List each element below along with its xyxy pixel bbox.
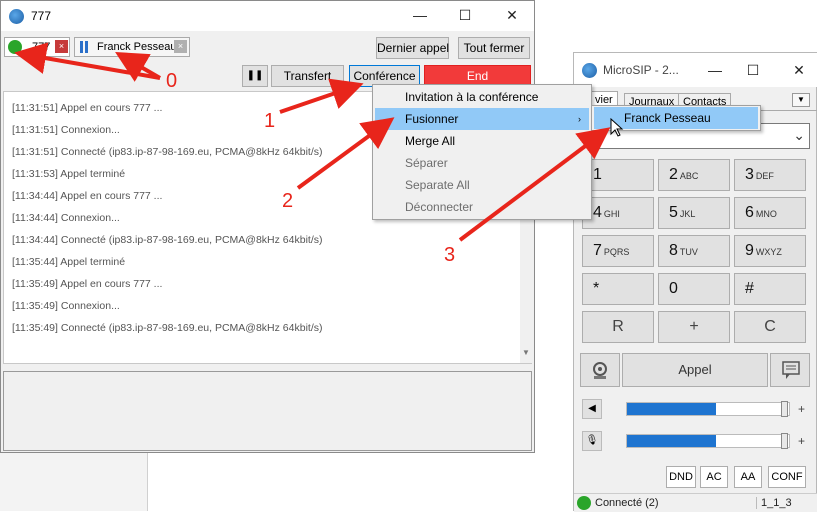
hold-button[interactable]: ❚❚: [242, 65, 268, 87]
call-window: 777 — ☐ ✕ 777 × Franck Pesseau × Dernier…: [0, 0, 535, 453]
close-tab-icon[interactable]: ×: [174, 40, 187, 53]
microsip-app-icon: [582, 63, 597, 78]
version-label: 1_1_3: [756, 497, 792, 509]
log-line: [11:35:49] Connecté (ip83.ip-87-98-169.e…: [12, 322, 323, 334]
speaker-volume-fill: [627, 403, 716, 415]
menu-item-merge[interactable]: Fusionner ›: [375, 108, 589, 130]
call-tab-label: 777: [32, 41, 51, 53]
annotation-label-1: 1: [264, 110, 276, 132]
conf-button[interactable]: CONF: [768, 466, 806, 488]
status-text: Connecté (2): [595, 497, 659, 509]
scroll-down-icon[interactable]: ▼: [522, 348, 530, 357]
annotation-label-0: 0: [166, 70, 178, 92]
log-line: [11:31:51] Connexion...: [12, 124, 120, 136]
microphone-plus-icon: +: [798, 434, 806, 448]
speaker-volume-thumb[interactable]: [781, 401, 788, 417]
annotation-label-2: 2: [282, 190, 294, 212]
phone-active-icon: [8, 40, 22, 54]
microphone-volume-fill: [627, 435, 716, 447]
speaker-plus-icon: +: [798, 402, 806, 416]
key-8[interactable]: 8 TUV: [658, 235, 730, 267]
maximize-icon[interactable]: ☐: [450, 4, 480, 26]
menu-item-disconnect: Déconnecter: [405, 200, 474, 214]
call-tab-label: Franck Pesseau: [97, 41, 177, 53]
close-icon[interactable]: ✕: [784, 59, 814, 81]
microphone-icon[interactable]: 🎙: [582, 431, 602, 451]
close-all-button[interactable]: Tout fermer: [458, 37, 530, 59]
webcam-icon: [593, 362, 607, 379]
maximize-icon[interactable]: ☐: [738, 59, 768, 81]
transfer-button[interactable]: Transfert: [271, 65, 344, 87]
menu-item-separate: Séparer: [405, 156, 448, 170]
key-4[interactable]: 4 GHI: [582, 197, 654, 229]
key-2[interactable]: 2 ABC: [658, 159, 730, 191]
log-line: [11:34:44] Appel en cours 777 ...: [12, 190, 163, 202]
key-9[interactable]: 9 WXYZ: [734, 235, 806, 267]
microphone-volume-slider[interactable]: [626, 433, 790, 449]
microphone-volume-thumb[interactable]: [781, 433, 788, 449]
video-call-button[interactable]: [580, 353, 620, 387]
pause-icon: [80, 41, 88, 53]
log-line: [11:35:49] Connexion...: [12, 300, 120, 312]
speaker-icon[interactable]: ◀: [582, 399, 602, 419]
call-tab-franck-pesseau[interactable]: Franck Pesseau ×: [74, 37, 190, 57]
message-button[interactable]: [770, 353, 810, 387]
plus-button[interactable]: +: [658, 311, 730, 343]
log-line: [11:35:44] Appel terminé: [12, 256, 126, 268]
key-1[interactable]: 1: [582, 159, 654, 191]
redial-button[interactable]: R: [582, 311, 654, 343]
minimize-icon[interactable]: —: [700, 59, 730, 81]
log-line: [11:34:44] Connexion...: [12, 212, 120, 224]
ac-button[interactable]: AC: [700, 466, 728, 488]
close-icon[interactable]: ✕: [497, 4, 527, 26]
minimize-icon[interactable]: —: [405, 4, 435, 26]
background-window: [0, 452, 148, 511]
aa-button[interactable]: AA: [734, 466, 762, 488]
key-3[interactable]: 3 DEF: [734, 159, 806, 191]
chevron-down-icon[interactable]: ⌄: [793, 127, 805, 144]
online-status-icon: [577, 496, 591, 510]
tab-menu-button[interactable]: ▼: [792, 93, 810, 107]
key-star[interactable]: *: [582, 273, 654, 305]
microsip-title: MicroSIP - 2...: [603, 63, 679, 77]
close-tab-icon[interactable]: ×: [55, 40, 68, 53]
clear-button[interactable]: C: [734, 311, 806, 343]
key-5[interactable]: 5 JKL: [658, 197, 730, 229]
message-input[interactable]: [3, 371, 532, 451]
log-line: [11:31:53] Appel terminé: [12, 168, 126, 180]
log-line: [11:31:51] Connecté (ip83.ip-87-98-169.e…: [12, 146, 323, 158]
key-hash[interactable]: #: [734, 273, 806, 305]
log-line: [11:35:49] Appel en cours 777 ...: [12, 278, 163, 290]
key-0[interactable]: 0: [658, 273, 730, 305]
key-7[interactable]: 7 PQRS: [582, 235, 654, 267]
annotation-label-3: 3: [444, 244, 456, 266]
submenu-arrow-icon: ›: [578, 114, 581, 124]
call-window-title: 777: [31, 9, 52, 23]
conference-menu: Invitation à la conférence Fusionner › M…: [372, 84, 592, 220]
call-window-app-icon: [9, 9, 24, 24]
microsip-titlebar: MicroSIP - 2... — ☐ ✕: [574, 53, 817, 87]
mouse-cursor-icon: [610, 118, 624, 137]
call-tab-777[interactable]: 777 ×: [4, 37, 70, 57]
log-line: [11:34:44] Connecté (ip83.ip-87-98-169.e…: [12, 234, 323, 246]
status-bar: Connecté (2) 1_1_3: [574, 493, 817, 512]
menu-item-separate-all: Separate All: [405, 178, 470, 192]
key-6[interactable]: 6 MNO: [734, 197, 806, 229]
call-window-titlebar: 777 — ☐ ✕: [1, 1, 534, 31]
menu-item-merge-all[interactable]: Merge All: [375, 130, 589, 152]
last-call-button[interactable]: Dernier appel: [376, 37, 449, 59]
speaker-volume-slider[interactable]: [626, 401, 790, 417]
call-button[interactable]: Appel: [622, 353, 768, 387]
dnd-button[interactable]: DND: [666, 466, 696, 488]
menu-item-invite[interactable]: Invitation à la conférence: [375, 86, 589, 108]
chat-icon: [782, 361, 800, 379]
log-line: [11:31:51] Appel en cours 777 ...: [12, 102, 163, 114]
